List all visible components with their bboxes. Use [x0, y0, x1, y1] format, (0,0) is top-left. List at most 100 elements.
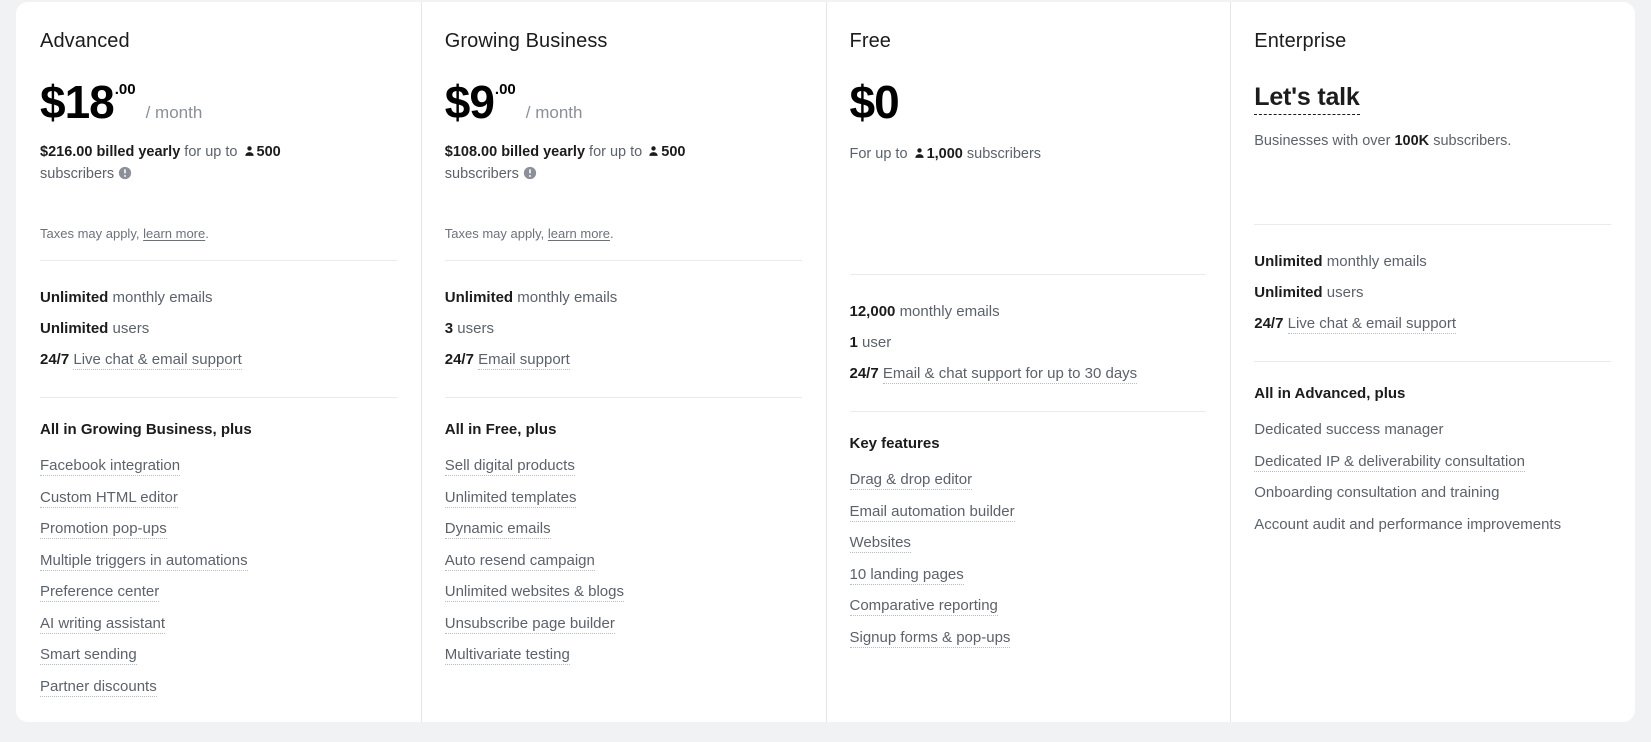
lets-talk-link[interactable]: Let's talk [1254, 82, 1360, 115]
price-subtitle: Businesses with over 100K subscribers. [1254, 130, 1611, 152]
price-subtitle: For up to 1,000 subscribers [850, 143, 1207, 165]
plan-limits: Unlimited monthly emails Unlimited users 2… [1254, 225, 1611, 361]
feature-label[interactable]: Smart sending [40, 646, 137, 665]
billing-subscriber-label: subscribers [444, 166, 519, 182]
feature-label[interactable]: Multivariate testing [444, 646, 570, 665]
feature-label[interactable]: Unsubscribe page builder [444, 614, 615, 634]
feature-item[interactable]: Partner discounts [40, 671, 397, 703]
feature-label[interactable]: Auto resend campaign [444, 551, 595, 571]
price-amount: $18 [40, 76, 115, 128]
limit-row: 3 users [445, 313, 802, 344]
feature-item[interactable]: Unlimited websites & blogs [444, 576, 802, 608]
billing-subscriber-count: 500 [661, 144, 686, 160]
billing-subscriber-label: subscribers [40, 166, 115, 182]
feature-label[interactable]: Sell digital products [444, 457, 575, 476]
plan-limits: Unlimited monthly emails Unlimited users 2… [40, 261, 397, 397]
price-subtitle-label: subscribers. [1433, 133, 1512, 149]
feature-label[interactable]: Custom HTML editor [40, 488, 178, 508]
feature-label[interactable]: Unlimited websites & blogs [444, 583, 624, 602]
feature-item[interactable]: Preference center [40, 576, 397, 608]
person-icon [914, 147, 925, 159]
feature-label[interactable]: Dedicated IP & deliverability consultati… [1254, 452, 1525, 472]
feature-item[interactable]: Unlimited templates [444, 482, 802, 514]
limit-text[interactable]: Email support [478, 351, 570, 370]
feature-label[interactable]: Comparative reporting [849, 597, 998, 616]
price-period: / month [525, 103, 583, 122]
price-cents: .00 [114, 81, 136, 98]
feature-item[interactable]: Email automation builder [849, 496, 1207, 528]
feature-label[interactable]: Unlimited templates [444, 488, 577, 508]
limit-lead: 24/7 [444, 351, 474, 368]
feature-item[interactable]: Unsubscribe page builder [444, 608, 802, 640]
price-amount: $9 [444, 76, 495, 128]
feature-label: Dedicated success manager [1254, 421, 1444, 438]
limit-lead: Unlimited [40, 289, 109, 306]
feature-item[interactable]: Dynamic emails [444, 513, 802, 545]
feature-item[interactable]: AI writing assistant [40, 608, 397, 640]
limit-text: users [1326, 284, 1364, 301]
feature-item[interactable]: Custom HTML editor [40, 482, 397, 514]
feature-item[interactable]: Promotion pop-ups [40, 513, 397, 545]
limit-lead: 24/7 [1254, 315, 1284, 332]
limit-text[interactable]: Live chat & email support [73, 351, 242, 370]
limit-text[interactable]: Email & chat support for up to 30 days [882, 365, 1138, 384]
feature-item[interactable]: Drag & drop editor [849, 464, 1207, 496]
feature-label[interactable]: AI writing assistant [40, 614, 166, 634]
price-subtitle-prefix: For up to [849, 146, 908, 162]
limit-row[interactable]: 24/7 Email & chat support for up to 30 d… [850, 358, 1207, 389]
plan-column-enterprise: Enterprise Let's talk Businesses with over… [1230, 2, 1635, 722]
billing-for-up-to: for up to [184, 144, 238, 160]
feature-item[interactable]: Multivariate testing [444, 639, 802, 671]
features-title: All in Growing Business, plus [40, 421, 252, 438]
feature-label[interactable]: Partner discounts [40, 677, 157, 697]
feature-item[interactable]: Smart sending [40, 639, 397, 671]
feature-label[interactable]: 10 landing pages [849, 565, 964, 585]
limit-row: 1 user [850, 327, 1207, 358]
limit-text: users [112, 320, 150, 337]
limit-row[interactable]: 24/7 Live chat & email support [40, 344, 397, 375]
feature-item[interactable]: Auto resend campaign [444, 545, 802, 577]
feature-label[interactable]: Multiple triggers in automations [40, 551, 248, 571]
limit-row: Unlimited users [1254, 277, 1611, 308]
feature-item[interactable]: Sell digital products [444, 450, 802, 482]
plan-column-growing-business: Growing Business $9.00 / month $108.00 bill… [420, 2, 826, 722]
feature-label[interactable]: Promotion pop-ups [40, 520, 167, 539]
learn-more-link[interactable]: learn more [548, 226, 610, 241]
limit-row[interactable]: 24/7 Email support [445, 344, 802, 375]
feature-item[interactable]: Signup forms & pop-ups [849, 622, 1207, 654]
feature-item[interactable]: 10 landing pages [849, 559, 1207, 591]
limit-lead: 3 [444, 320, 454, 337]
feature-label[interactable]: Websites [849, 534, 911, 553]
limit-row: Unlimited monthly emails [445, 282, 802, 313]
price-subtitle-count: 100K [1394, 133, 1430, 149]
limit-text[interactable]: Live chat & email support [1287, 315, 1457, 334]
billing-amount: $216.00 billed yearly [40, 144, 181, 160]
limit-lead: Unlimited [444, 289, 514, 306]
info-icon[interactable] [523, 166, 537, 180]
limit-lead: Unlimited [1254, 253, 1323, 270]
feature-item[interactable]: Comparative reporting [849, 590, 1207, 622]
billing-amount: $108.00 billed yearly [444, 144, 586, 160]
feature-label[interactable]: Facebook integration [40, 457, 181, 476]
limit-text: monthly emails [112, 289, 213, 306]
info-icon[interactable] [118, 166, 132, 180]
feature-label[interactable]: Email automation builder [849, 502, 1015, 522]
plan-name: Growing Business [444, 30, 608, 52]
price-block: $0 [850, 78, 1207, 128]
limit-lead: 1 [849, 334, 858, 351]
feature-label[interactable]: Signup forms & pop-ups [849, 628, 1011, 648]
feature-label[interactable]: Dynamic emails [444, 520, 551, 539]
taxes-note: Taxes may apply, learn more. [445, 225, 802, 243]
feature-item[interactable]: Dedicated IP & deliverability consultati… [1254, 446, 1611, 478]
limit-row[interactable]: 24/7 Live chat & email support [1254, 308, 1611, 339]
feature-item[interactable]: Websites [849, 527, 1207, 559]
feature-label[interactable]: Preference center [40, 583, 160, 602]
feature-item[interactable]: Multiple triggers in automations [40, 545, 397, 577]
feature-label[interactable]: Drag & drop editor [849, 471, 973, 490]
feature-item[interactable]: Facebook integration [40, 450, 397, 482]
limit-text: users [457, 320, 494, 337]
plan-features: All in Growing Business, plus Facebook in… [40, 398, 397, 702]
learn-more-link[interactable]: learn more [143, 226, 205, 241]
limit-text: monthly emails [1326, 253, 1427, 270]
